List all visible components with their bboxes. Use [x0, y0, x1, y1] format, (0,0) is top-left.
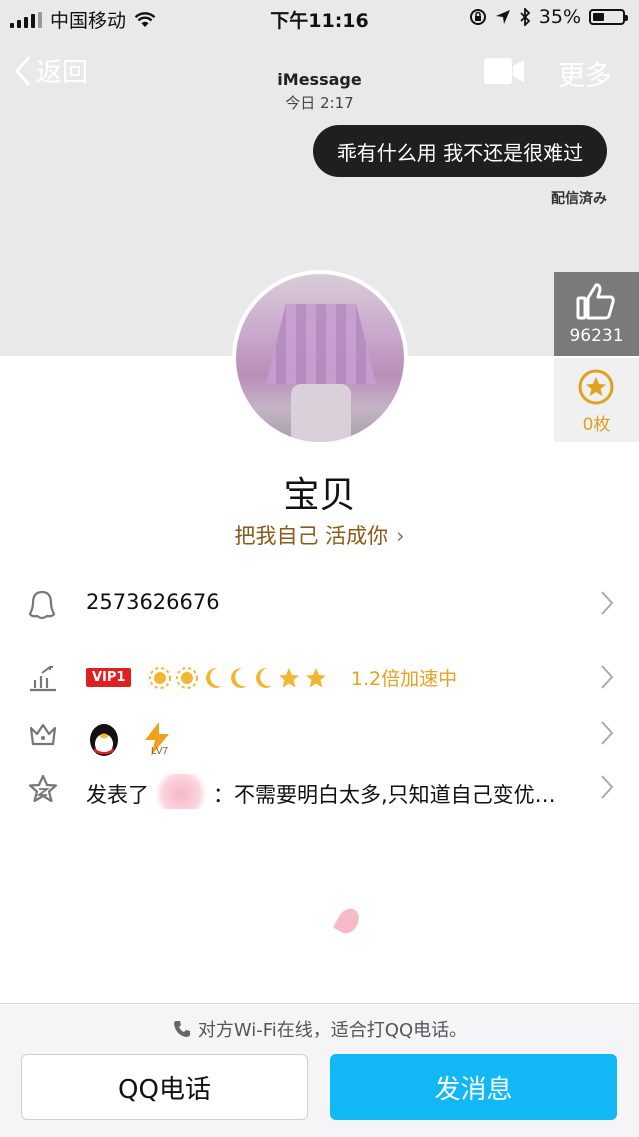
- chevron-right-icon: ›: [396, 524, 405, 548]
- battery-icon: [589, 9, 628, 25]
- qq-number-row[interactable]: 2573626676: [0, 578, 639, 628]
- delivered-status: 配信済み: [551, 191, 607, 207]
- post-text: ：不需要明白太多,只知道自己变优…: [213, 783, 556, 807]
- lightning-level-icon: LV7: [144, 722, 169, 757]
- status-bar: 中国移动 下午11:16 35%: [0, 0, 639, 36]
- sun-icon: [149, 666, 172, 689]
- qzone-star-icon: [28, 774, 58, 803]
- moon-icon: [256, 667, 273, 688]
- signature-text: 把我自己 活成你: [234, 524, 389, 548]
- star-icon: [279, 667, 300, 687]
- profile-signature[interactable]: 把我自己 活成你 ›: [0, 520, 639, 550]
- level-icons: [148, 666, 328, 690]
- blurred-content: [153, 774, 209, 809]
- send-message-button[interactable]: 发消息: [330, 1054, 617, 1120]
- conversation-title: iMessage: [277, 70, 362, 89]
- message-bubble: 乖有什么用 我不还是很难过: [313, 125, 607, 177]
- vip-badge: VIP1: [86, 668, 132, 687]
- privileges-row[interactable]: LV7: [0, 708, 639, 758]
- latest-post-row[interactable]: 发表了 ：不需要明白太多,只知道自己变优…: [0, 762, 639, 812]
- level-chart-icon: [30, 666, 56, 692]
- coin-button[interactable]: 0枚: [554, 358, 639, 442]
- thumbs-up-icon: [576, 283, 615, 320]
- wifi-note-text: 对方Wi-Fi在线，适合打QQ电话。: [197, 1020, 468, 1041]
- petal-decoration: [332, 904, 364, 938]
- chevron-right-icon: [601, 721, 614, 745]
- like-button[interactable]: 96231: [554, 272, 639, 356]
- moon-icon: [231, 667, 248, 688]
- profile-name: 宝贝: [283, 475, 356, 516]
- avatar[interactable]: [232, 270, 408, 446]
- post-prefix: 发表了: [86, 783, 149, 807]
- vip-level-row[interactable]: VIP1 1.2倍加速中: [0, 652, 639, 702]
- phone-icon: [173, 1021, 190, 1037]
- qq-call-button[interactable]: QQ电话: [21, 1054, 308, 1120]
- bottom-action-bar: 对方Wi-Fi在线，适合打QQ电话。 QQ电话 发消息: [0, 1003, 639, 1137]
- coin-count: 0枚: [582, 415, 611, 435]
- speed-status: 1.2倍加速中: [350, 668, 458, 690]
- battery-percent: 35%: [538, 6, 581, 28]
- location-icon: [495, 10, 510, 24]
- moon-icon: [206, 667, 223, 688]
- level-badge: LV7: [151, 746, 168, 757]
- chevron-right-icon: [601, 665, 614, 689]
- crown-icon: [29, 723, 57, 746]
- conversation-date: 今日 2:17: [285, 94, 354, 112]
- qq-penguin-icon: [90, 724, 118, 756]
- penguin-outline-icon: [28, 590, 56, 620]
- chevron-right-icon: [601, 775, 614, 799]
- star-coin-icon: [578, 369, 614, 405]
- qq-number: 2573626676: [86, 590, 220, 614]
- wifi-online-note: 对方Wi-Fi在线，适合打QQ电话。: [0, 1016, 639, 1042]
- chevron-right-icon: [601, 591, 614, 615]
- like-count: 96231: [569, 326, 624, 346]
- sun-icon: [176, 666, 199, 689]
- orientation-lock-icon: [469, 9, 486, 25]
- star-icon: [306, 667, 327, 687]
- bluetooth-icon: [520, 8, 531, 26]
